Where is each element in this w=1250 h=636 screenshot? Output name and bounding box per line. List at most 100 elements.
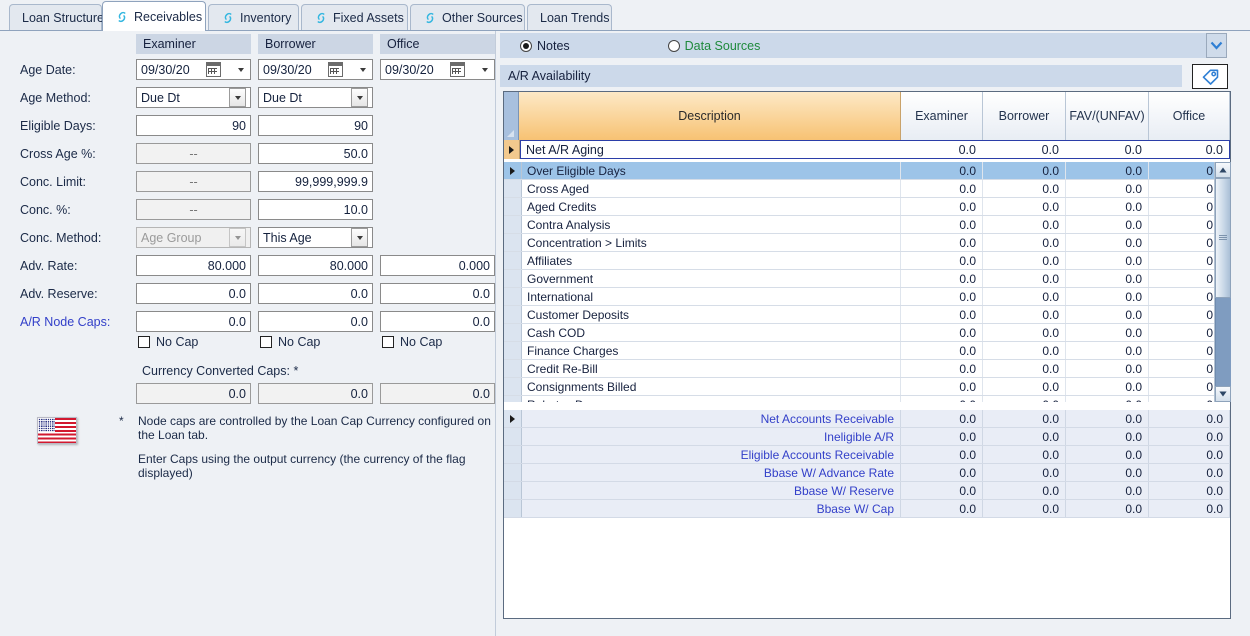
conc-method-borrower-select[interactable]: This Age	[258, 227, 373, 248]
field-value: 09/30/20	[141, 63, 190, 77]
table-row[interactable]: Bbase W/ Advance Rate 0.0 0.0 0.0 0.0	[504, 464, 1230, 482]
grid-header-description[interactable]: Description	[519, 92, 901, 140]
chevron-down-icon[interactable]	[359, 61, 368, 78]
adv-rate-borrower-input[interactable]: 80.000	[258, 255, 373, 276]
radio-dot[interactable]	[520, 40, 532, 52]
conc-pct-borrower-input[interactable]: 10.0	[258, 199, 373, 220]
calendar-icon[interactable]	[450, 62, 465, 77]
conc-limit-borrower-input[interactable]: 99,999,999.9	[258, 171, 373, 192]
no-cap-office-checkbox[interactable]: No Cap	[382, 335, 442, 349]
cell-borrower: 0.0	[983, 306, 1066, 323]
column-header-label: Borrower	[265, 37, 316, 51]
age-date-borrower-input[interactable]: 09/30/20	[258, 59, 373, 80]
table-row[interactable]: Government 0.0 0.0 0.0 0.0	[504, 270, 1230, 288]
tab-loan-trends[interactable]: Loan Trends	[527, 4, 612, 30]
table-row[interactable]: Customer Deposits 0.0 0.0 0.0 0.0	[504, 306, 1230, 324]
tab-inventory[interactable]: Inventory	[208, 4, 299, 30]
grid-header-fav-unfav[interactable]: FAV/(UNFAV)	[1066, 92, 1149, 140]
table-row[interactable]: Bbase W/ Cap 0.0 0.0 0.0 0.0	[504, 500, 1230, 518]
table-row[interactable]: Aged Credits 0.0 0.0 0.0 0.0	[504, 198, 1230, 216]
table-row[interactable]: Consignments Billed 0.0 0.0 0.0 0.0	[504, 378, 1230, 396]
cell-fav-unfav: 0.0	[1066, 270, 1149, 287]
age-date-office-input[interactable]: 09/30/20	[380, 59, 495, 80]
adv-rate-office-input[interactable]: 0.000	[380, 255, 495, 276]
node-cap-borrower-input[interactable]: 0.0	[258, 311, 373, 332]
scrollbar-track-lower[interactable]	[1215, 298, 1231, 386]
chevron-down-icon[interactable]	[351, 228, 368, 247]
table-row[interactable]: Finance Charges 0.0 0.0 0.0 0.0	[504, 342, 1230, 360]
availability-title-label: A/R Availability	[508, 69, 590, 83]
grid-header-office[interactable]: Office	[1149, 92, 1230, 140]
adv-rate-examiner-input[interactable]: 80.000	[136, 255, 251, 276]
tag-icon[interactable]	[1192, 64, 1228, 89]
no-cap-examiner-checkbox[interactable]: No Cap	[138, 335, 198, 349]
row-pointer-icon	[509, 146, 514, 154]
node-cap-office-input[interactable]: 0.0	[380, 311, 495, 332]
tab-receivables[interactable]: Receivables	[102, 1, 206, 31]
table-row[interactable]: Affiliates 0.0 0.0 0.0 0.0	[504, 252, 1230, 270]
cell-borrower: 0.0	[983, 180, 1066, 197]
eligible-days-examiner-input[interactable]: 90	[136, 115, 251, 136]
grid-pinned-row[interactable]: Net A/R Aging 0.0 0.0 0.0 0.0	[504, 140, 1230, 159]
age-date-examiner-input[interactable]: 09/30/20	[136, 59, 251, 80]
chevron-down-icon[interactable]	[1206, 33, 1227, 58]
radio-notes[interactable]: Notes	[520, 39, 570, 53]
adv-reserve-examiner-input[interactable]: 0.0	[136, 283, 251, 304]
radio-data-sources[interactable]: Data Sources	[668, 39, 761, 53]
label-ar-node-caps: A/R Node Caps:	[20, 315, 110, 329]
row-indicator	[504, 162, 522, 179]
adv-reserve-borrower-input[interactable]: 0.0	[258, 283, 373, 304]
table-row[interactable]: Cash COD 0.0 0.0 0.0 0.0	[504, 324, 1230, 342]
table-row[interactable]: Concentration > Limits 0.0 0.0 0.0 0.0	[504, 234, 1230, 252]
chevron-down-icon[interactable]	[481, 61, 490, 78]
no-cap-borrower-checkbox[interactable]: No Cap	[260, 335, 320, 349]
grid-vertical-scrollbar[interactable]	[1214, 162, 1230, 402]
adv-reserve-office-input[interactable]: 0.0	[380, 283, 495, 304]
link-icon	[314, 12, 328, 24]
cell-fav-unfav: 0.0	[1066, 252, 1149, 269]
grid-scroll-body[interactable]: Over Eligible Days 0.0 0.0 0.0 0.0 Cross…	[504, 162, 1230, 402]
field-value: 10.0	[344, 203, 368, 217]
conc-limit-examiner-input: --	[136, 171, 251, 192]
tab-loan-structure[interactable]: Loan Structure	[9, 4, 102, 30]
label-eligible-days: Eligible Days:	[20, 119, 96, 133]
table-row[interactable]: Bbase W/ Reserve 0.0 0.0 0.0 0.0	[504, 482, 1230, 500]
chevron-down-icon[interactable]	[229, 88, 246, 107]
scroll-up-icon[interactable]	[1215, 162, 1231, 178]
table-row[interactable]: Eligible Accounts Receivable 0.0 0.0 0.0…	[504, 446, 1230, 464]
cross-age-borrower-input[interactable]: 50.0	[258, 143, 373, 164]
table-row[interactable]: International 0.0 0.0 0.0 0.0	[504, 288, 1230, 306]
grid-header-examiner[interactable]: Examiner	[901, 92, 983, 140]
checkbox-box[interactable]	[260, 336, 272, 348]
eligible-days-borrower-input[interactable]: 90	[258, 115, 373, 136]
grid-header-borrower[interactable]: Borrower	[983, 92, 1066, 140]
column-header-examiner: Examiner	[136, 34, 251, 54]
scroll-down-icon[interactable]	[1215, 386, 1231, 402]
age-method-borrower-select[interactable]: Due Dt	[258, 87, 373, 108]
tab-fixed-assets[interactable]: Fixed Assets	[301, 4, 408, 30]
table-row[interactable]: Cross Aged 0.0 0.0 0.0 0.0	[504, 180, 1230, 198]
node-cap-examiner-input[interactable]: 0.0	[136, 311, 251, 332]
chevron-down-icon[interactable]	[237, 61, 246, 78]
radio-dot[interactable]	[668, 40, 680, 52]
table-row[interactable]: Ineligible A/R 0.0 0.0 0.0 0.0	[504, 428, 1230, 446]
calendar-icon[interactable]	[206, 62, 221, 77]
column-label: Borrower	[999, 109, 1050, 123]
table-row[interactable]: Net Accounts Receivable 0.0 0.0 0.0 0.0	[504, 410, 1230, 428]
checkbox-box[interactable]	[382, 336, 394, 348]
table-row[interactable]: Rebates Due 0.0 0.0 0.0 0.0	[504, 396, 1230, 402]
row-indicator	[504, 306, 522, 323]
table-row[interactable]: Over Eligible Days 0.0 0.0 0.0 0.0	[504, 162, 1230, 180]
chevron-down-icon[interactable]	[351, 88, 368, 107]
field-value: 0.0	[229, 287, 246, 301]
cell-borrower: 0.0	[983, 162, 1066, 179]
cell-fav-unfav: 0.0	[1066, 378, 1149, 395]
checkbox-box[interactable]	[138, 336, 150, 348]
table-row[interactable]: Credit Re-Bill 0.0 0.0 0.0 0.0	[504, 360, 1230, 378]
scrollbar-thumb[interactable]	[1215, 178, 1231, 298]
age-method-examiner-select[interactable]: Due Dt	[136, 87, 251, 108]
notes-toggle-bar: Notes Data Sources	[500, 33, 1227, 58]
tab-other-sources[interactable]: Other Sources	[410, 4, 525, 30]
calendar-icon[interactable]	[328, 62, 343, 77]
table-row[interactable]: Contra Analysis 0.0 0.0 0.0 0.0	[504, 216, 1230, 234]
